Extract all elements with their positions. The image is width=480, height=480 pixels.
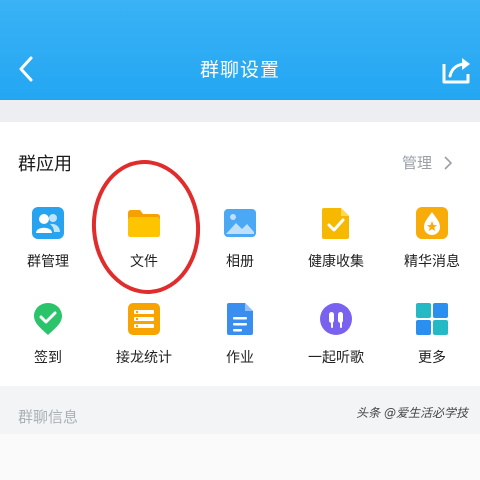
- section-gap: [0, 100, 480, 122]
- share-icon: [442, 58, 470, 84]
- group-admin-icon: [32, 207, 64, 239]
- relay-stats-icon: [128, 303, 160, 335]
- app-essence-messages[interactable]: 精华消息: [384, 206, 480, 271]
- app-health-collect[interactable]: 健康收集: [288, 206, 384, 271]
- page-title: 群聊设置: [199, 59, 280, 81]
- app-label: 群管理: [27, 254, 69, 270]
- chevron-right-icon: [444, 155, 453, 170]
- group-apps-card: 群应用 管理 群管理 文件 相册 健康收集 精华消息 签到 接龙统计 作业 一起…: [0, 122, 480, 386]
- app-group-admin[interactable]: 群管理: [0, 206, 96, 271]
- app-label: 签到: [34, 350, 62, 366]
- app-label: 相册: [226, 254, 254, 270]
- app-checkin[interactable]: 签到: [0, 302, 96, 367]
- app-photo-album[interactable]: 相册: [192, 206, 288, 271]
- checkin-icon: [34, 303, 62, 335]
- more-apps-icon: [416, 303, 448, 335]
- manage-apps-link[interactable]: 管理: [402, 152, 453, 173]
- app-label: 精华消息: [404, 254, 460, 270]
- photo-album-icon: [224, 209, 256, 237]
- group-info-label: 群聊信息: [18, 408, 79, 426]
- essence-message-icon: [416, 207, 448, 239]
- group-apps-title: 群应用: [18, 154, 72, 175]
- app-more[interactable]: 更多: [384, 302, 480, 367]
- header-bar: 群聊设置: [0, 0, 480, 100]
- app-relay-stats[interactable]: 接龙统计: [96, 302, 192, 367]
- manage-label: 管理: [402, 154, 433, 172]
- app-label: 一起听歌: [308, 350, 364, 366]
- app-listen-together[interactable]: 一起听歌: [288, 302, 384, 367]
- homework-icon: [227, 303, 253, 335]
- app-label: 文件: [130, 254, 158, 270]
- share-button[interactable]: [440, 54, 474, 86]
- watermark: 头条 @爱生活必学技: [356, 406, 468, 420]
- app-label: 健康收集: [308, 254, 364, 270]
- app-label: 接龙统计: [116, 350, 172, 366]
- folder-icon: [128, 210, 160, 237]
- app-homework[interactable]: 作业: [192, 302, 288, 367]
- app-label: 作业: [226, 350, 254, 366]
- app-label: 更多: [418, 350, 446, 366]
- group-info-section: 群聊信息: [0, 386, 480, 480]
- app-files[interactable]: 文件: [96, 206, 192, 271]
- listen-together-icon: [320, 303, 352, 335]
- health-collect-icon: [322, 208, 349, 239]
- group-info-card[interactable]: [0, 434, 480, 480]
